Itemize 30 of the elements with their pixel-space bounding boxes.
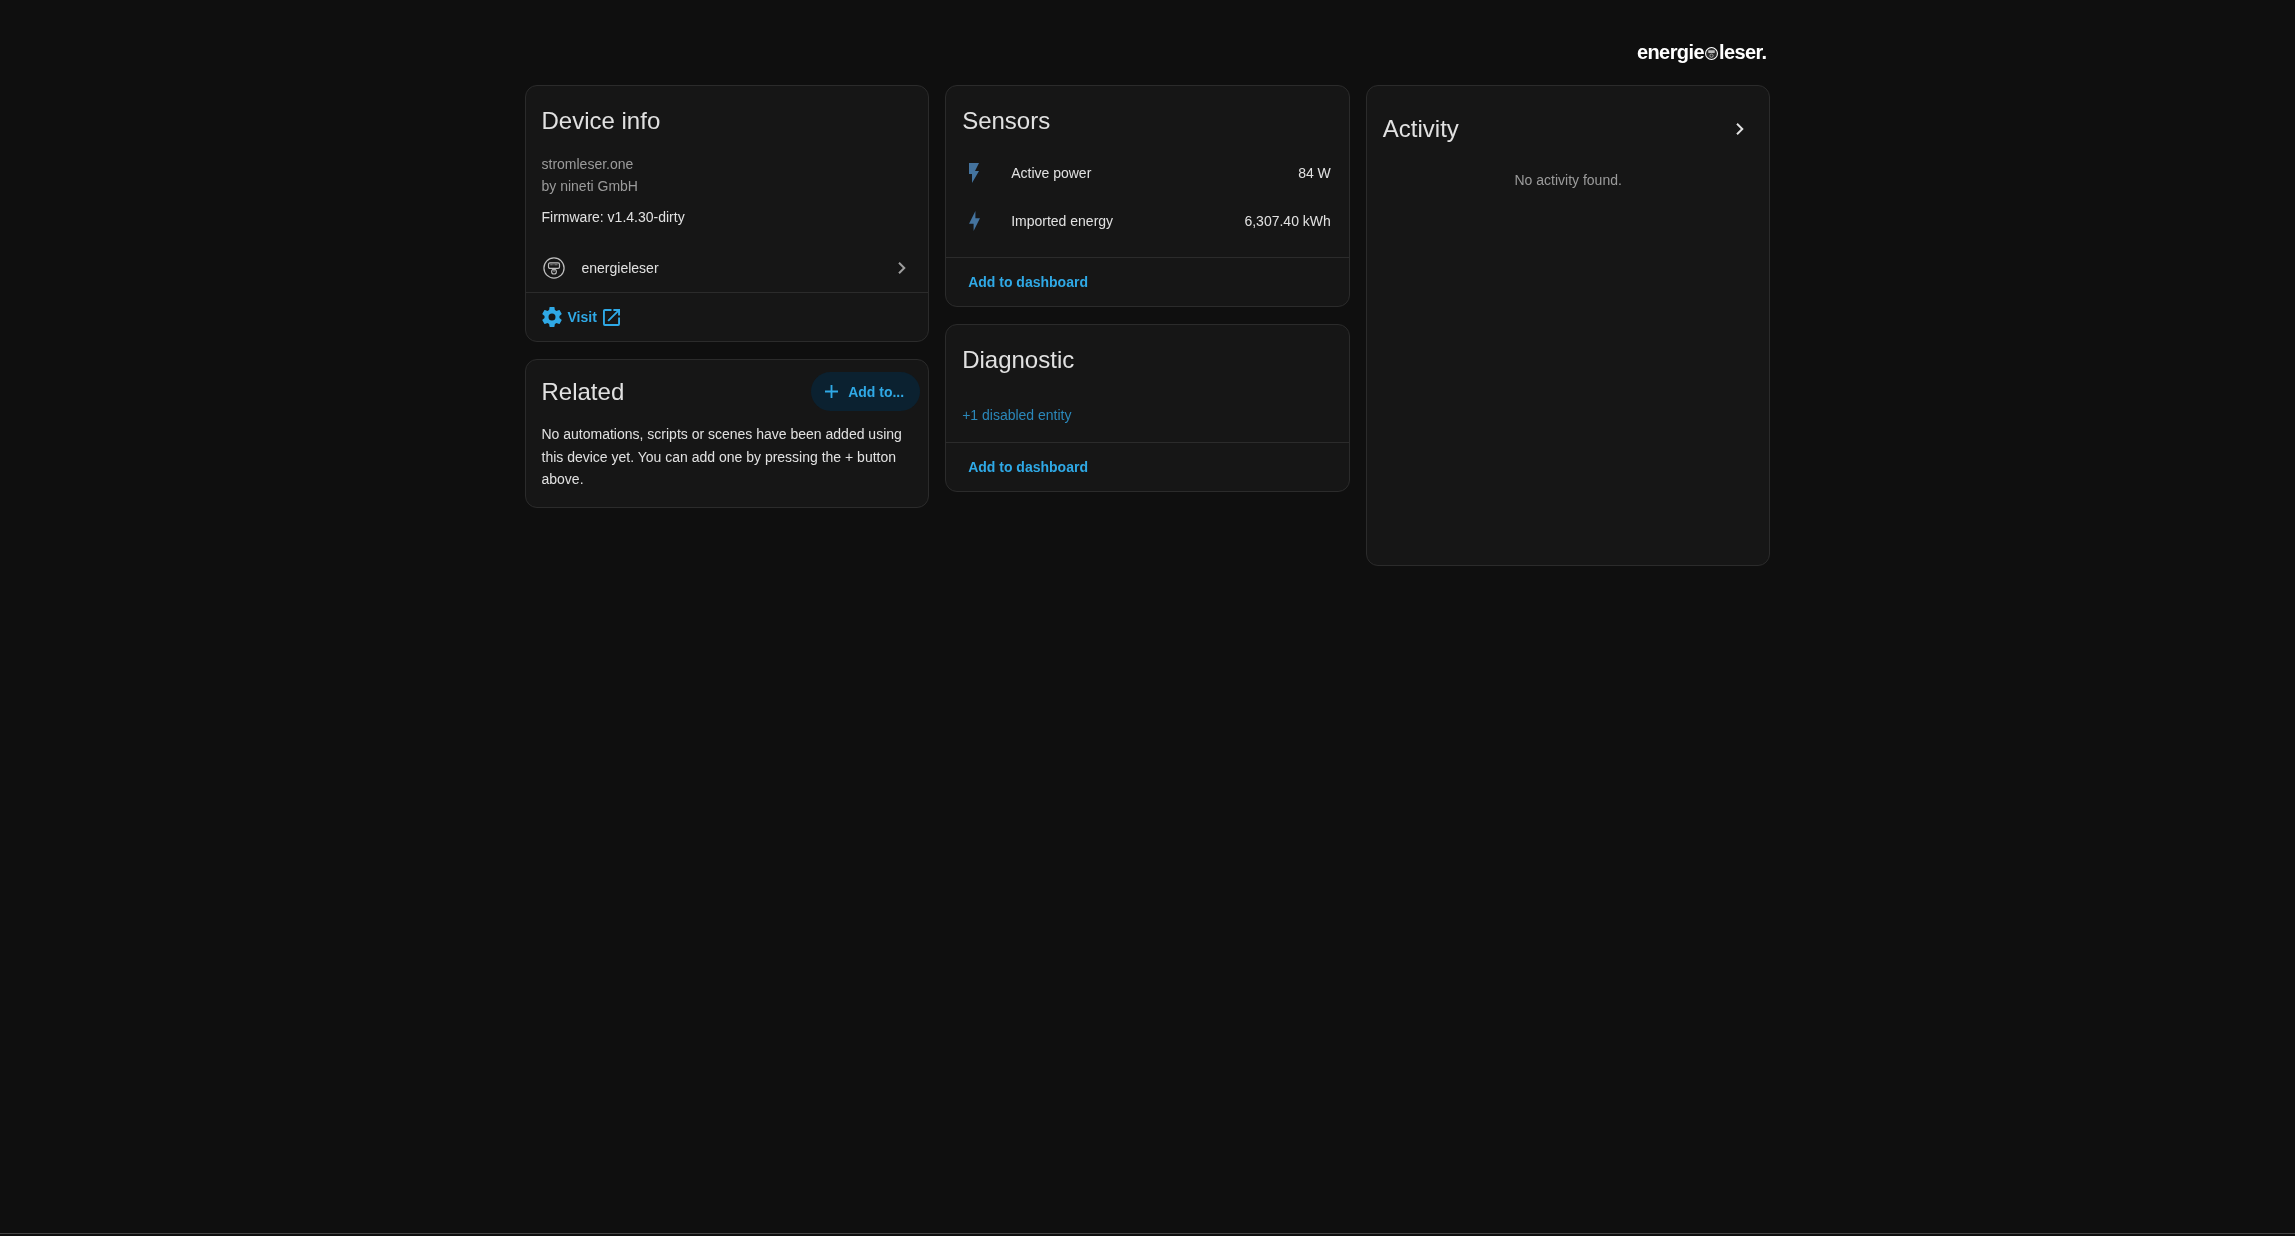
meter-icon (1704, 46, 1718, 60)
card-title: Sensors (962, 106, 1052, 136)
device-model: stromleser.one (541, 155, 635, 174)
add-to-dashboard-button[interactable]: Add to dashboard (954, 266, 1102, 298)
gear-icon[interactable] (541, 307, 562, 327)
entity-value: 6,307.40 kWh (1244, 213, 1331, 229)
chevron-right-icon (898, 262, 907, 274)
add-to-dashboard-button[interactable]: Add to dashboard (954, 451, 1102, 483)
entity-name[interactable]: Imported energy (1011, 213, 1245, 229)
card-title: Activity (1382, 114, 1459, 144)
chevron-right-icon[interactable] (1736, 123, 1745, 135)
card-title: Related (541, 376, 625, 407)
device-link[interactable]: energieleser (525, 244, 929, 292)
logo-text: leser. (1718, 40, 1767, 64)
entity-value: 84 W (1298, 165, 1331, 181)
logo-text: energie (1637, 40, 1704, 64)
lightning-icon (968, 211, 980, 231)
meter-icon (542, 257, 565, 279)
empty-activity-message: No activity found. (1513, 171, 1623, 190)
entity-name[interactable]: Active power (1011, 165, 1299, 181)
add-to-button[interactable]: Add to... (811, 372, 921, 411)
plus-icon (825, 385, 839, 398)
lightning-icon (969, 163, 980, 183)
empty-related-message: No automations, scripts or scenes have been added using this device yet. You can add one by pressing the + button above. (540, 425, 903, 489)
card-title: Diagnostic (962, 345, 1076, 375)
device-manufacturer: by nineti GmbH (541, 177, 639, 196)
external-link-icon (602, 308, 620, 326)
visit-link[interactable]: Visit (567, 308, 620, 326)
card-title: Device info (541, 106, 662, 136)
firmware-version: Firmware: v1.4.30-dirty (541, 208, 686, 227)
